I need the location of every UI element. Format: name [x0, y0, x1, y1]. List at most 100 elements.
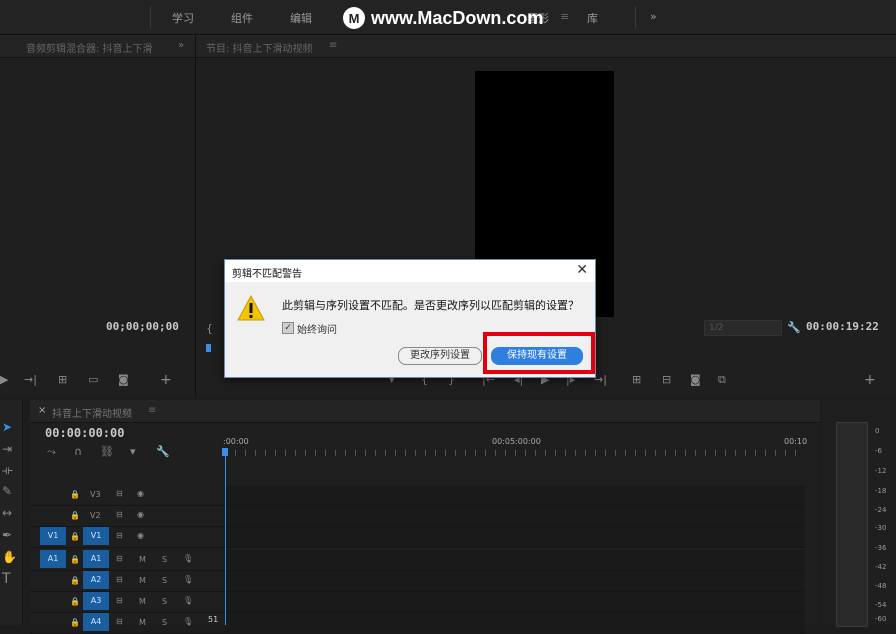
microphone-icon[interactable]: 🎙 — [183, 596, 193, 605]
wrench-icon[interactable]: 🔧 — [156, 446, 170, 458]
close-icon[interactable]: ✕ — [576, 262, 588, 278]
selection-tool-icon[interactable]: ➤ — [2, 420, 12, 434]
microphone-icon[interactable]: 🎙 — [183, 554, 193, 563]
add-icon[interactable]: + — [864, 373, 876, 387]
panel-menu-icon[interactable]: ≡ — [329, 40, 337, 51]
pen-icon[interactable]: ✒ — [2, 528, 12, 542]
bracket-icon[interactable]: { — [206, 323, 213, 335]
razor-icon[interactable]: ✎ — [2, 484, 12, 498]
tab-menu-icon[interactable]: ≡ — [560, 10, 569, 23]
lock-icon[interactable]: 🔒 — [70, 532, 80, 541]
always-ask-checkbox[interactable]: ✓ — [282, 322, 294, 334]
double-chevron-right-icon[interactable]: » — [650, 10, 657, 23]
tab-assembly[interactable]: 组件 — [231, 10, 253, 26]
meter-scale-label: -60 — [875, 615, 887, 623]
eye-icon[interactable]: ◉ — [137, 531, 144, 540]
tab-learn[interactable]: 学习 — [172, 10, 194, 26]
play-icon[interactable]: ▶ — [0, 374, 8, 386]
track-target-a1[interactable]: A1 — [83, 550, 109, 568]
lock-icon[interactable]: 🔒 — [70, 576, 80, 585]
source-timecode[interactable]: 00;00;00;00 — [106, 320, 179, 333]
tab-libraries[interactable]: 库 — [587, 10, 598, 26]
always-ask-label[interactable]: 始终询问 — [297, 321, 337, 336]
wrench-icon[interactable]: 🔧 — [787, 322, 801, 334]
linked-selection-icon[interactable]: ⛓ — [100, 446, 114, 458]
hand-icon[interactable]: ✋ — [2, 550, 17, 564]
track-target-a3[interactable]: A3 — [83, 592, 109, 610]
camera-icon[interactable]: ◙ — [690, 374, 701, 386]
dialog-titlebar: 剪辑不匹配警告 ✕ — [225, 260, 595, 282]
sequence-tab[interactable]: 抖音上下滑动视频 — [52, 405, 132, 420]
sync-lock-icon[interactable]: ⊟ — [116, 575, 123, 584]
time-ruler[interactable] — [225, 450, 805, 460]
meter-scale-label: -30 — [875, 524, 887, 532]
sync-lock-icon[interactable]: ⊟ — [116, 531, 123, 540]
mute-button[interactable]: M — [139, 597, 146, 606]
mute-button[interactable]: M — [139, 576, 146, 585]
sync-lock-icon[interactable]: ⊟ — [116, 596, 123, 605]
lock-icon[interactable]: 🔒 — [70, 597, 80, 606]
panel-title[interactable]: 节目: 抖音上下滑动视频 — [206, 40, 313, 55]
track-name[interactable]: V3 — [90, 490, 101, 499]
add-icon[interactable]: + — [160, 373, 172, 387]
track-content[interactable] — [225, 485, 805, 505]
source-patch-v1[interactable]: V1 — [40, 527, 66, 545]
program-timecode[interactable]: 00:00:19:22 — [806, 320, 879, 333]
mute-button[interactable]: M — [139, 618, 146, 627]
lock-icon[interactable]: 🔒 — [70, 555, 80, 564]
close-icon[interactable]: × — [38, 405, 46, 416]
sync-lock-icon[interactable]: ⊟ — [116, 554, 123, 563]
type-tool-icon[interactable]: T — [2, 571, 11, 587]
ripple-edit-icon[interactable]: ⟛ — [2, 463, 13, 478]
snap-icon[interactable]: ∩ — [74, 446, 82, 458]
solo-button[interactable]: S — [162, 576, 167, 585]
microphone-icon[interactable]: 🎙 — [183, 575, 193, 584]
slip-icon[interactable]: ↔ — [2, 506, 12, 520]
playhead-handle[interactable] — [222, 448, 228, 456]
sync-lock-icon[interactable]: ⊟ — [116, 489, 123, 498]
track-select-icon[interactable]: ⇥ — [2, 442, 12, 456]
track-target-v1[interactable]: V1 — [83, 527, 109, 545]
sync-lock-icon[interactable]: ⊟ — [116, 510, 123, 519]
camera-icon[interactable]: ◙ — [118, 374, 129, 386]
mute-button[interactable]: M — [139, 555, 146, 564]
track-name[interactable]: V2 — [90, 511, 101, 520]
source-patch-a1[interactable]: A1 — [40, 550, 66, 568]
ruler-label: :00:00 — [223, 437, 249, 446]
nest-icon[interactable]: ⤳ — [47, 446, 56, 458]
panel-menu-icon[interactable]: ≡ — [148, 405, 156, 416]
add-marker-icon[interactable]: ▾ — [130, 446, 136, 458]
zoom-value: 1/2 — [709, 323, 724, 333]
comparison-view-icon[interactable]: ⧉ — [718, 374, 726, 386]
track-content[interactable] — [225, 613, 805, 633]
double-chevron-right-icon[interactable]: » — [178, 40, 184, 51]
export-frame-icon[interactable]: ▭ — [88, 374, 98, 386]
solo-button[interactable]: S — [162, 555, 167, 564]
track-content[interactable] — [225, 506, 805, 526]
panel-title[interactable]: 音频剪辑混合器: 抖音上下滑 — [26, 40, 153, 55]
eye-icon[interactable]: ◉ — [137, 489, 144, 498]
insert-icon[interactable]: →| — [24, 374, 37, 386]
tab-editing[interactable]: 编辑 — [290, 10, 312, 26]
extract-icon[interactable]: ⊟ — [662, 374, 671, 386]
overwrite-icon[interactable]: ⊞ — [58, 374, 67, 386]
solo-button[interactable]: S — [162, 597, 167, 606]
eye-icon[interactable]: ◉ — [137, 510, 144, 519]
lift-icon[interactable]: ⊞ — [632, 374, 641, 386]
playhead[interactable] — [225, 448, 226, 625]
lock-icon[interactable]: 🔒 — [70, 511, 80, 520]
track-content[interactable] — [225, 550, 805, 570]
lock-icon[interactable]: 🔒 — [70, 490, 80, 499]
track-content[interactable] — [225, 571, 805, 591]
zoom-select[interactable]: 1/2 — [704, 320, 782, 336]
track-target-a2[interactable]: A2 — [83, 571, 109, 589]
lock-icon[interactable]: 🔒 — [70, 618, 80, 627]
track-row-v2: 🔒 V2 ⊟ ◉ — [30, 506, 805, 527]
track-content[interactable] — [225, 527, 805, 547]
track-content[interactable] — [225, 592, 805, 612]
solo-button[interactable]: S — [162, 618, 167, 627]
change-sequence-settings-button[interactable]: 更改序列设置 — [398, 347, 482, 365]
timeline-timecode[interactable]: 00:00:00:00 — [45, 426, 124, 440]
playhead-marker[interactable] — [206, 344, 211, 352]
track-target-a4[interactable]: A4 — [83, 613, 109, 631]
